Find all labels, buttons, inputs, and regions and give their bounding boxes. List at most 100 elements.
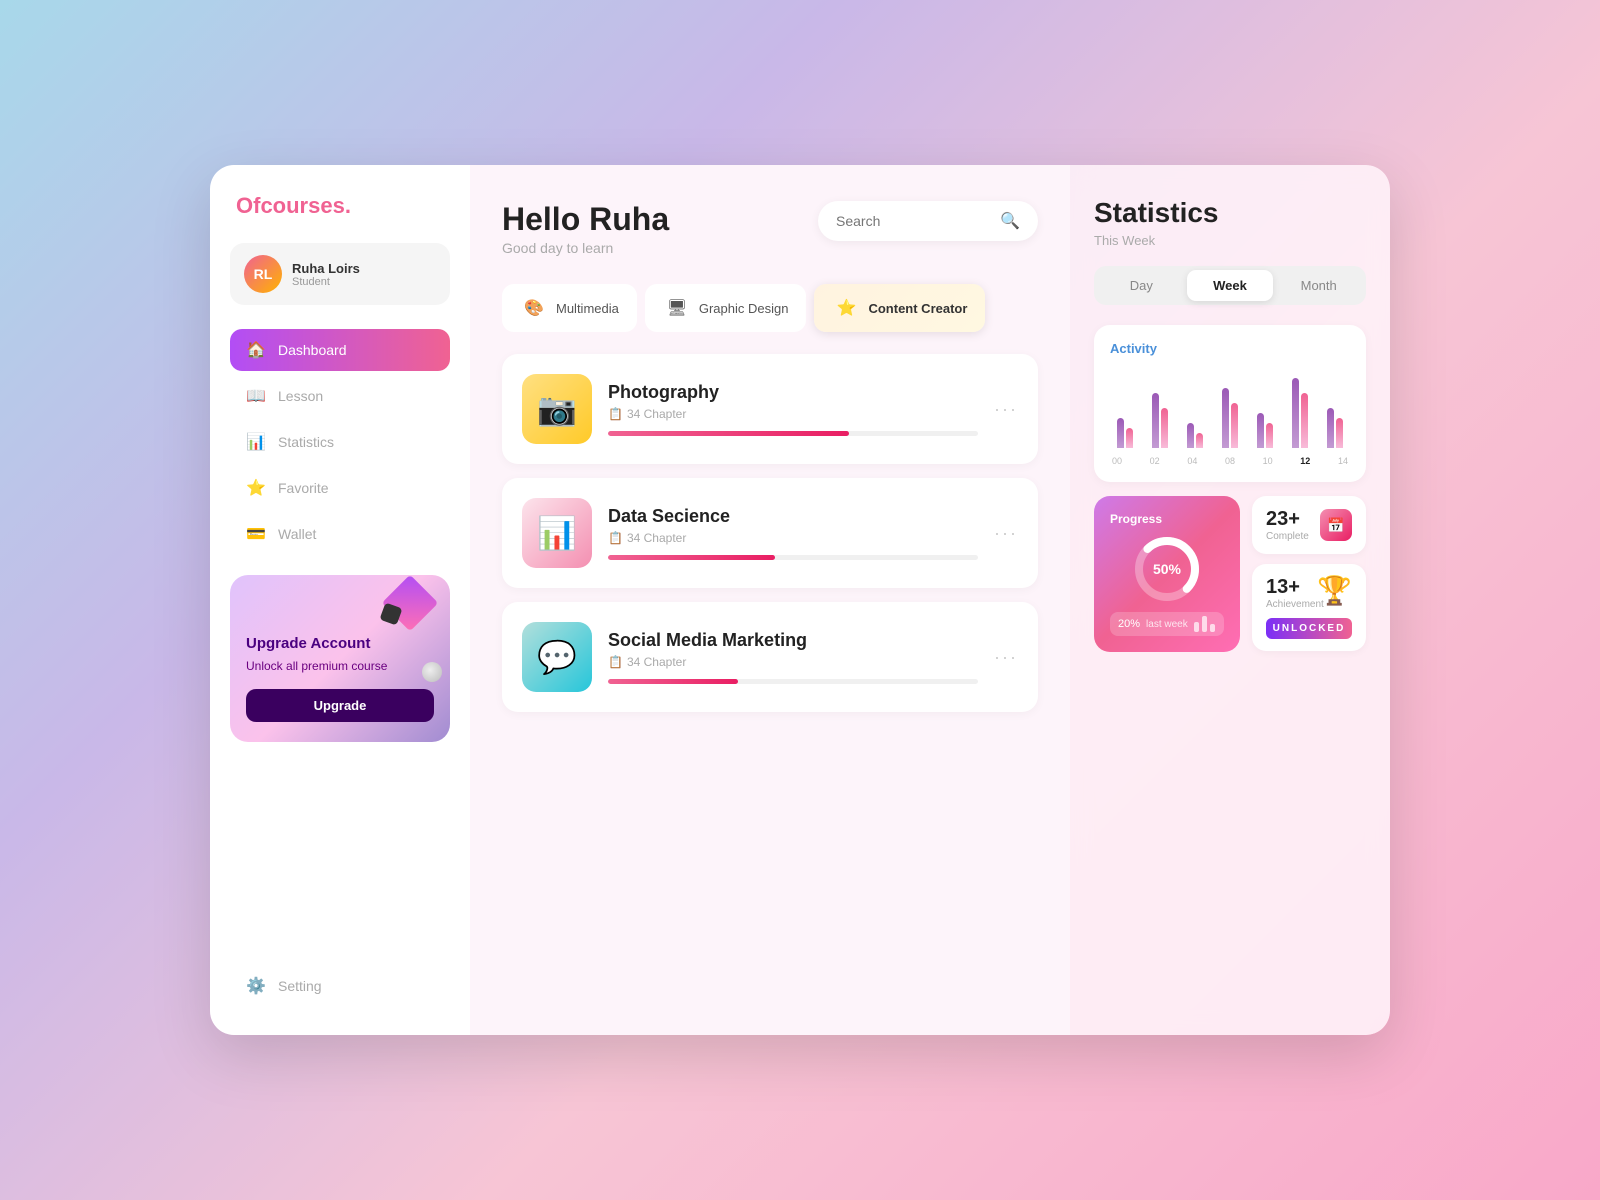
social-media-more-button[interactable]: ··· <box>994 647 1018 668</box>
social-media-info: Social Media Marketing 📋 34 Chapter <box>608 630 978 684</box>
activity-card: Activity <box>1094 325 1366 482</box>
upgrade-description: Unlock all premium course <box>246 658 434 675</box>
photography-title: Photography <box>608 382 978 403</box>
bar-pink-04 <box>1196 433 1203 448</box>
upgrade-card: Upgrade Account Unlock all premium cours… <box>230 575 450 742</box>
photography-info: Photography 📋 34 Chapter <box>608 382 978 436</box>
course-card-data-science[interactable]: 📊 Data Secience 📋 34 Chapter ··· <box>502 478 1038 588</box>
donut-label: 50% <box>1153 561 1182 577</box>
stats-panel: Statistics This Week DayWeekMonth Activi… <box>1070 165 1390 1035</box>
photography-more-button[interactable]: ··· <box>994 399 1018 420</box>
complete-card: 23+ Complete 📅 <box>1252 496 1366 554</box>
period-tab-week[interactable]: Week <box>1187 270 1274 301</box>
photography-meta: 📋 34 Chapter <box>608 407 978 421</box>
sidebar-item-dashboard[interactable]: 🏠 Dashboard <box>230 329 450 371</box>
bar-pink-14 <box>1336 418 1343 448</box>
bar-chart <box>1110 368 1350 448</box>
data-science-more-button[interactable]: ··· <box>994 523 1018 544</box>
chart-label-08: 08 <box>1225 456 1235 466</box>
course-card-social-media[interactable]: 💬 Social Media Marketing 📋 34 Chapter ··… <box>502 602 1038 712</box>
lesson-icon: 📖 <box>246 386 266 406</box>
chart-labels: 00020408101214 <box>1110 456 1350 466</box>
setting-icon: ⚙️ <box>246 976 266 996</box>
bar-purple-08 <box>1222 388 1229 448</box>
sidebar-item-label-wallet: Wallet <box>278 526 316 542</box>
complete-number: 23+ <box>1266 508 1309 531</box>
bar-purple-10 <box>1257 413 1264 448</box>
bars-14 <box>1327 408 1343 448</box>
photography-progress-bar <box>608 431 978 436</box>
data-science-progress-bar <box>608 555 978 560</box>
chart-label-02: 02 <box>1150 456 1160 466</box>
user-role: Student <box>292 276 360 288</box>
bars-12 <box>1292 378 1308 448</box>
social-media-progress-fill <box>608 679 738 684</box>
content-creator-tab-label: Content Creator <box>868 301 967 316</box>
bar-pink-02 <box>1161 408 1168 448</box>
content-creator-tab-icon: ⭐ <box>832 294 860 322</box>
data-science-meta: 📋 34 Chapter <box>608 531 978 545</box>
greeting-subtitle: Good day to learn <box>502 240 669 256</box>
period-tab-day[interactable]: Day <box>1098 270 1185 301</box>
sidebar-item-label-favorite: Favorite <box>278 480 329 496</box>
sidebar: Ofcourses. RL Ruha Loirs Student 🏠 Dashb… <box>210 165 470 1035</box>
statistics-icon: 📊 <box>246 432 266 452</box>
data-science-title: Data Secience <box>608 506 978 527</box>
search-icon: 🔍 <box>1000 211 1020 231</box>
bar-group-02 <box>1145 393 1174 448</box>
bar-group-04 <box>1180 423 1209 448</box>
logo-text: Ofcourses <box>236 193 345 218</box>
achievement-card: 🏆 13+ Achievement UNLOCKED <box>1252 564 1366 651</box>
sidebar-item-lesson[interactable]: 📖 Lesson <box>230 375 450 417</box>
mini-bars <box>1194 616 1215 632</box>
bars-08 <box>1222 388 1238 448</box>
bar-pink-00 <box>1126 428 1133 448</box>
data-science-progress-fill <box>608 555 775 560</box>
search-bar[interactable]: 🔍 <box>818 201 1038 241</box>
upgrade-button[interactable]: Upgrade <box>246 689 434 722</box>
tab-multimedia[interactable]: 🎨 Multimedia <box>502 284 637 332</box>
chart-label-04: 04 <box>1187 456 1197 466</box>
bar-pink-08 <box>1231 403 1238 448</box>
user-name: Ruha Loirs <box>292 261 360 276</box>
bars-02 <box>1152 393 1168 448</box>
chart-label-10: 10 <box>1263 456 1273 466</box>
sidebar-item-wallet[interactable]: 💳 Wallet <box>230 513 450 555</box>
bar-group-14 <box>1321 408 1350 448</box>
last-week-value: 20% <box>1118 618 1140 630</box>
graphic-design-tab-icon: 🖥 <box>663 294 691 322</box>
dashboard-icon: 🏠 <box>246 340 266 360</box>
sidebar-item-favorite[interactable]: ⭐ Favorite <box>230 467 450 509</box>
main-content: Hello Ruha Good day to learn 🔍 🎨 Multime… <box>470 165 1070 1035</box>
data-science-thumbnail: 📊 <box>522 498 592 568</box>
bar-purple-02 <box>1152 393 1159 448</box>
setting-label: Setting <box>278 978 322 994</box>
social-media-meta: 📋 34 Chapter <box>608 655 978 669</box>
stats-subtitle: This Week <box>1094 233 1366 248</box>
search-input[interactable] <box>836 213 992 229</box>
upgrade-title: Upgrade Account <box>246 635 434 652</box>
chart-label-14: 14 <box>1338 456 1348 466</box>
tab-content-creator[interactable]: ⭐ Content Creator <box>814 284 985 332</box>
decoration-sphere <box>422 662 442 682</box>
complete-label: Complete <box>1266 531 1309 542</box>
bars-04 <box>1187 423 1203 448</box>
user-card: RL Ruha Loirs Student <box>230 243 450 305</box>
bottom-stats: Progress 50% 20% last week <box>1094 496 1366 652</box>
nav-list: 🏠 Dashboard 📖 Lesson 📊 Statistics ⭐ Favo… <box>230 329 450 559</box>
sidebar-item-setting[interactable]: ⚙️ Setting <box>230 965 450 1007</box>
sidebar-item-label-lesson: Lesson <box>278 388 323 404</box>
right-stats: 23+ Complete 📅 🏆 13+ Achievement UNLOCKE… <box>1252 496 1366 652</box>
tab-graphic-design[interactable]: 🖥 Graphic Design <box>645 284 807 332</box>
bars-00 <box>1117 418 1133 448</box>
unlocked-badge: UNLOCKED <box>1266 618 1352 639</box>
logo: Ofcourses. <box>230 193 450 219</box>
period-tab-month[interactable]: Month <box>1275 270 1362 301</box>
course-card-photography[interactable]: 📷 Photography 📋 34 Chapter ··· <box>502 354 1038 464</box>
wallet-icon: 💳 <box>246 524 266 544</box>
bar-pink-10 <box>1266 423 1273 448</box>
complete-icon: 📅 <box>1320 509 1352 541</box>
favorite-icon: ⭐ <box>246 478 266 498</box>
sidebar-item-statistics[interactable]: 📊 Statistics <box>230 421 450 463</box>
social-media-title: Social Media Marketing <box>608 630 978 651</box>
